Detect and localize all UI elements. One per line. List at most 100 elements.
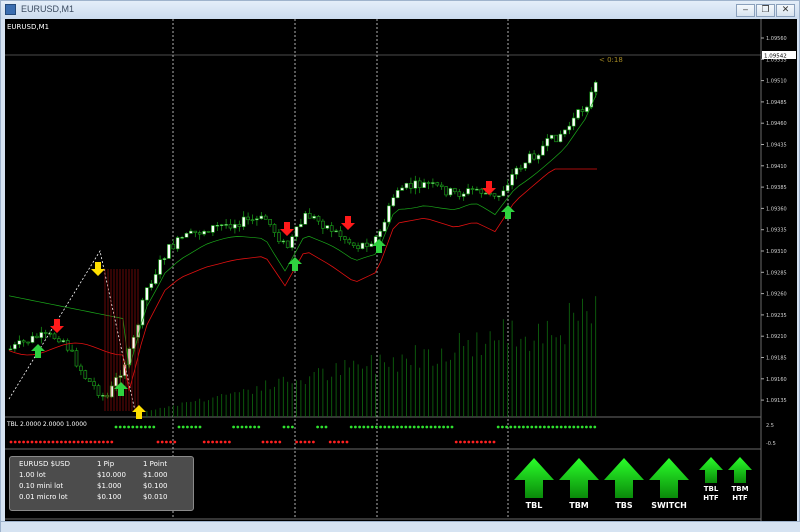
candle-body [571,117,576,127]
candle-body [422,182,426,188]
candle-body [61,340,66,343]
tbl-htf-button[interactable]: TBL HTF [698,456,724,514]
indicator-dot [337,440,340,444]
tbs-button[interactable]: TBS [602,456,646,514]
candle-body [158,259,162,275]
chart-symbol-label: EURUSD,M1 [7,23,50,31]
indicator-dot [286,425,290,429]
indicator-dot [81,440,84,444]
price-tick-label: 1.09460 [766,121,787,127]
candle-body [219,224,224,226]
indicator-dot [76,440,80,444]
indicator-dot [22,440,25,444]
indicator-dot [295,440,298,444]
candle-body [527,153,532,164]
price-tick-label: 1.09510 [766,79,787,85]
indicator-dot [118,425,122,429]
candle-body [470,188,475,190]
candle-body [505,184,510,192]
candle-body [475,188,479,191]
indicator-dot [354,425,357,429]
indicator-dot [488,440,492,444]
up-arrow-icon [514,458,554,498]
indicator-dot [282,425,286,429]
buy-signal-arrow [501,205,515,219]
candle-body [435,182,440,186]
candle-body [514,167,519,175]
upper-band-line [8,92,598,369]
indicator-dot [236,425,240,429]
candle-body [206,231,211,233]
up-arrow-icon [604,458,644,498]
indicator-dot [93,440,97,444]
switch-button[interactable]: SWITCH [647,456,691,514]
indicator-dot [127,425,130,429]
price-tick-label: 1.09410 [766,164,787,170]
candle-body [193,230,198,233]
candle-body [563,129,567,135]
candle-body [250,219,255,222]
maximize-button[interactable]: ❐ [756,4,775,17]
indicator-dot [202,440,206,444]
indicator-dot [530,425,534,429]
indicator-dot [333,440,336,444]
indicator-dot [320,425,324,429]
indicator-dot [186,425,189,429]
candle-body [329,225,334,232]
switch-button-label: SWITCH [651,501,687,510]
indicator-dot [89,440,93,444]
pip-panel-header: EURUSD $USD 1 Pip 1 Point [10,460,195,470]
indicator-scale-label: -0.5 [766,441,776,447]
indicator-dot [379,425,382,429]
candle-body [13,344,17,350]
indicator-dot [408,425,412,429]
countdown-label: < 0:18 [599,56,623,64]
tbl-button[interactable]: TBL [512,456,556,514]
indicator-scale-label: 2.5 [766,423,774,429]
candle-body [303,213,308,225]
candle-body [175,237,180,250]
candle-body [461,193,466,197]
chart-canvas[interactable]: 1.095601.095351.095101.094851.094601.094… [5,19,797,529]
indicator-dot [106,440,109,444]
indicator-dot [576,425,580,429]
pip-panel-point-header: 1 Point [143,460,168,468]
indicator-dot [496,425,500,429]
indicator-dot [261,440,265,444]
indicator-dot [123,425,126,429]
candle-body [585,106,589,112]
indicator-dot [274,440,277,444]
indicator-dot [219,440,223,444]
indicator-dot [291,425,294,429]
indicator-dot [459,440,462,444]
minimize-button[interactable]: ‒ [736,4,755,17]
close-button[interactable]: ✕ [776,4,795,17]
indicator-dot [370,425,374,429]
indicator-dot [169,440,173,444]
indicator-dot [64,440,67,444]
price-tick-label: 1.09235 [766,313,787,319]
indicator-dot [501,425,504,429]
candle-body [290,236,294,248]
indicator-dot [165,440,168,444]
indicator-label: TBL 2.0000 2.0000 1.0000 [7,421,87,428]
candle-body [519,167,523,170]
indicator-dot [404,425,408,429]
indicator-dot [97,440,101,444]
indicator-dot [316,425,319,429]
candle-body [105,395,110,398]
tbm-htf-button[interactable]: TBM HTF [727,456,753,514]
indicator-dot [463,440,466,444]
candle-body [541,145,545,156]
candle-body [558,133,563,143]
tbm-button[interactable]: TBM [557,456,601,514]
indicator-dot [341,440,345,444]
indicator-dot [387,425,391,429]
pip-panel-pip-header: 1 Pip [97,460,115,468]
price-chart[interactable]: 1.09560 1.09535 1.09510 1.09485 1.09460 1.094… [5,19,797,529]
candle-body [351,242,356,246]
price-tick-label: 1.09285 [766,270,787,276]
titlebar[interactable]: EURUSD,M1 ‒ ❐ ✕ [1,1,799,19]
candle-body [263,215,268,220]
indicator-dot [152,425,156,429]
